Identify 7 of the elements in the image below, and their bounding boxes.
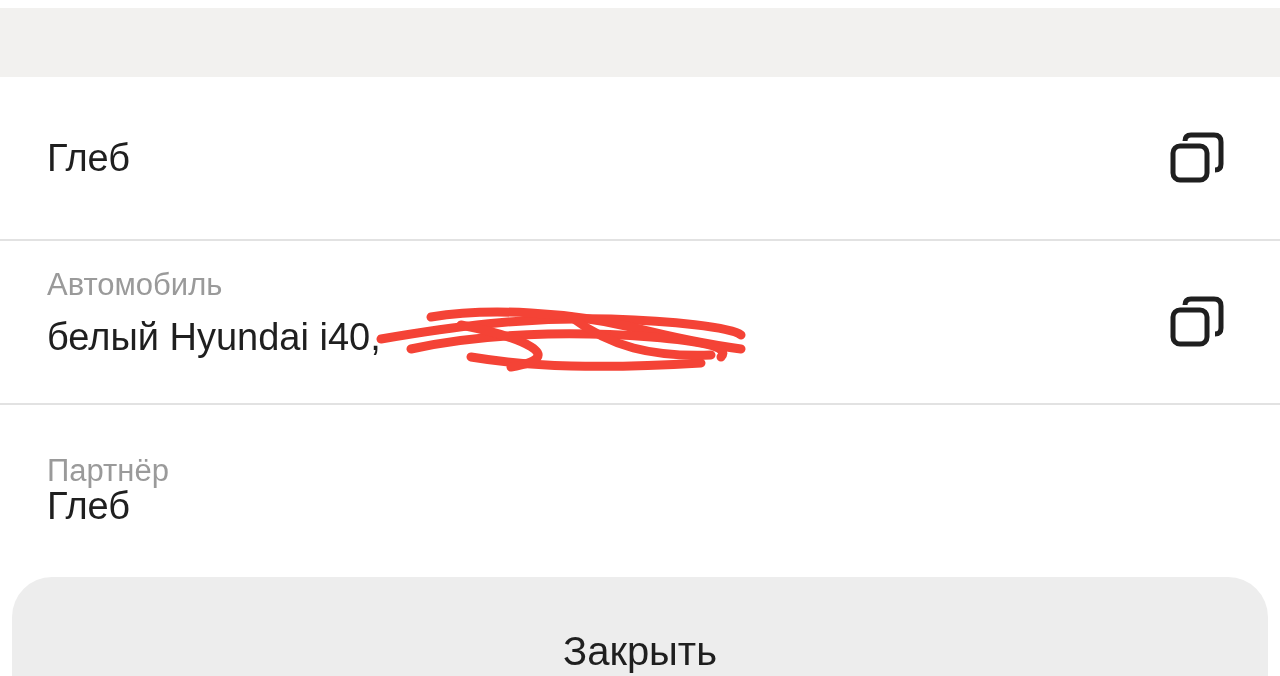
field-value: Глеб (47, 136, 131, 181)
close-button[interactable]: Закрыть (12, 577, 1268, 676)
field-label: Партнёр (47, 453, 170, 489)
copy-icon[interactable] (1170, 296, 1224, 348)
copy-icon[interactable] (1170, 132, 1224, 184)
field-value: белый Hyundai i40, (47, 315, 381, 360)
field-label: Автомобиль (47, 267, 224, 303)
